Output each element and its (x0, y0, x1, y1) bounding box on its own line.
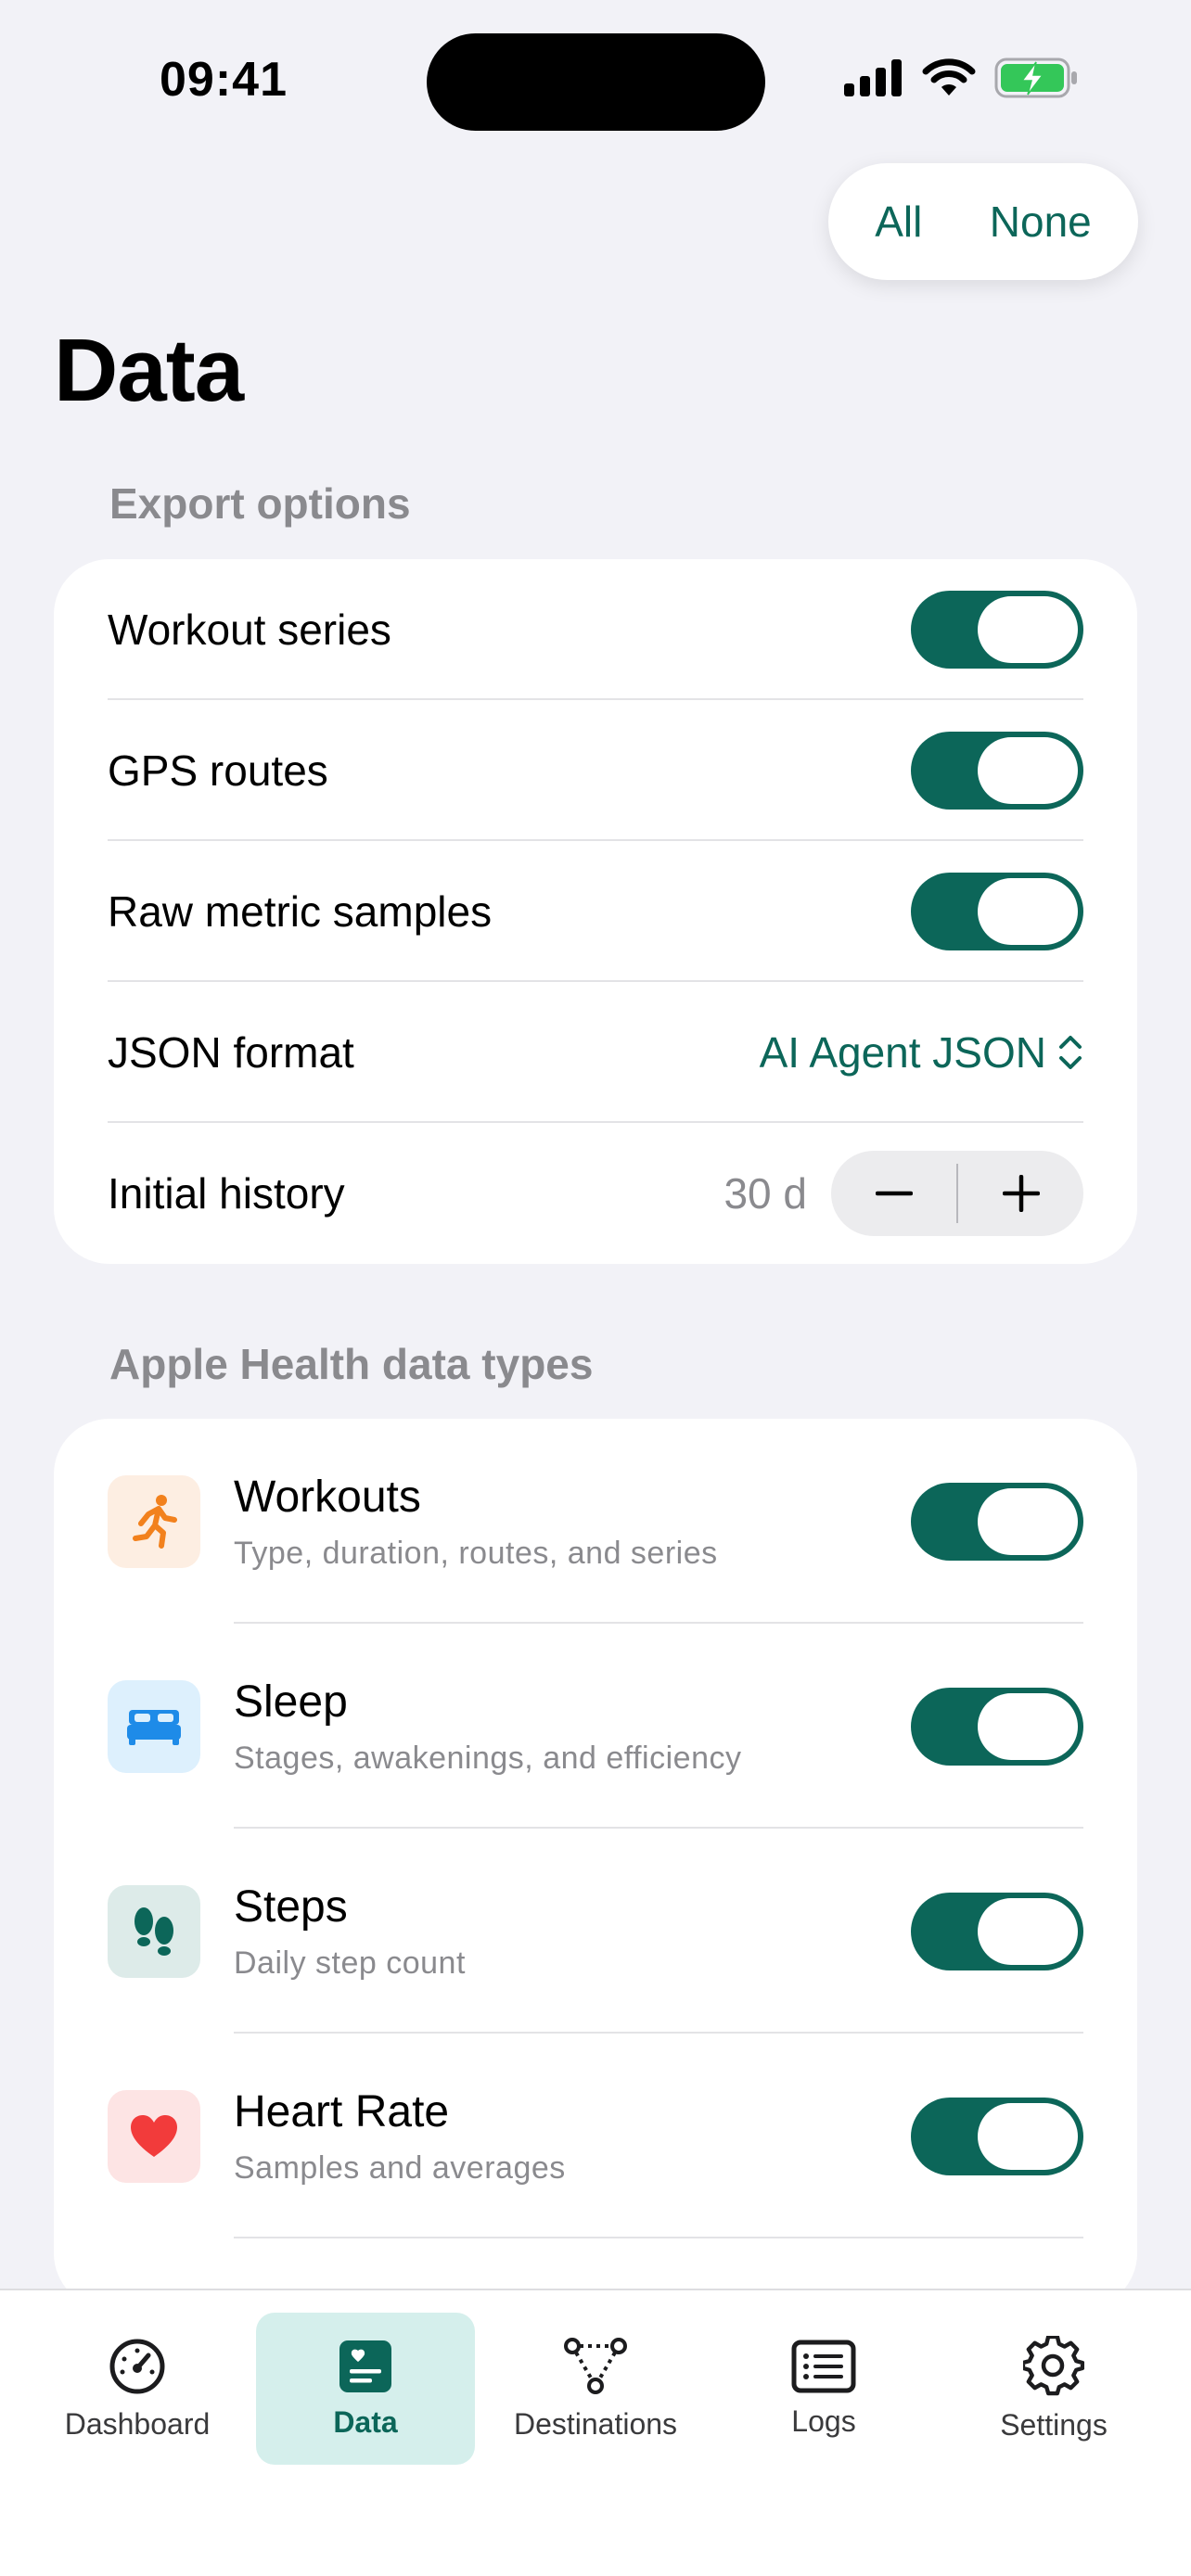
sleep-icon-tile (108, 1679, 200, 1773)
battery-charging-icon (994, 57, 1077, 98)
list-icon (791, 2340, 856, 2392)
wifi-icon (922, 58, 976, 96)
json-format-select[interactable]: AI Agent JSON (760, 1027, 1083, 1078)
gps-routes-label: GPS routes (108, 746, 328, 795)
workout-series-label: Workout series (108, 606, 391, 654)
steps-row: Steps Daily step count (54, 1829, 1137, 2034)
tab-data[interactable]: Data (256, 2313, 475, 2465)
health-types-card: Workouts Type, duration, routes, and ser… (54, 1419, 1137, 2309)
json-format-value: AI Agent JSON (759, 1028, 1046, 1077)
export-options-header: Export options (109, 479, 411, 528)
tab-label: Destinations (513, 2406, 678, 2441)
network-icon (564, 2337, 627, 2394)
data-card-icon (339, 2340, 391, 2392)
raw-metric-samples-label: Raw metric samples (108, 887, 493, 936)
initial-history-label: Initial history (108, 1169, 345, 1218)
sleep-text: Sleep Stages, awakenings, and efficiency (234, 1677, 911, 1777)
workouts-toggle[interactable] (911, 1482, 1083, 1561)
steps-text: Steps Daily step count (234, 1881, 911, 1982)
selection-pill: All None (828, 163, 1138, 280)
workout-series-toggle[interactable] (911, 591, 1083, 669)
tab-destinations[interactable]: Destinations (486, 2313, 705, 2465)
history-stepper (831, 1151, 1083, 1236)
heart-rate-description: Samples and averages (234, 2149, 566, 2186)
cellular-signal-icon (844, 59, 902, 96)
running-figure-icon (133, 1494, 177, 1549)
gear-icon (1023, 2335, 1084, 2395)
heart-rate-title: Heart Rate (234, 2086, 450, 2136)
steps-icon-tile (108, 1884, 200, 1978)
initial-history-value: 30 d (724, 1169, 807, 1218)
tab-label: Data (333, 2404, 398, 2439)
workouts-description: Type, duration, routes, and series (234, 1535, 718, 1571)
heart-rate-icon-tile (108, 2089, 200, 2183)
tab-settings[interactable]: Settings (944, 2313, 1163, 2465)
gps-routes-row: GPS routes (54, 700, 1137, 841)
screen: 09:41 All None Data Export options Worko… (0, 0, 1191, 2576)
chevron-up-down-icon (1059, 1036, 1082, 1069)
sleep-description: Stages, awakenings, and efficiency (234, 1740, 742, 1776)
sleep-toggle[interactable] (911, 1687, 1083, 1766)
tab-label: Dashboard (64, 2406, 211, 2441)
workouts-text: Workouts Type, duration, routes, and ser… (234, 1472, 911, 1572)
initial-history-row: Initial history 30 d (54, 1123, 1137, 1264)
json-format-label: JSON format (108, 1028, 354, 1077)
decrement-button[interactable] (831, 1151, 956, 1236)
heart-rate-row: Heart Rate Samples and averages (54, 2034, 1137, 2238)
health-types-header: Apple Health data types (109, 1340, 594, 1388)
heart-rate-text: Heart Rate Samples and averages (234, 2086, 911, 2187)
steps-toggle[interactable] (911, 1892, 1083, 1970)
increment-button[interactable] (958, 1151, 1083, 1236)
workouts-row: Workouts Type, duration, routes, and ser… (54, 1419, 1137, 1624)
sleep-row: Sleep Stages, awakenings, and efficiency (54, 1624, 1137, 1829)
workouts-icon-tile (108, 1474, 200, 1568)
heart-icon (131, 2114, 177, 2157)
gps-routes-toggle[interactable] (911, 732, 1083, 810)
raw-metric-samples-toggle[interactable] (911, 873, 1083, 950)
page-title: Data (54, 321, 244, 420)
tab-label: Settings (1000, 2407, 1108, 2442)
steps-title: Steps (234, 1881, 348, 1932)
tab-label: Logs (791, 2404, 856, 2438)
initial-history-control: 30 d (724, 1151, 1083, 1236)
workout-series-row: Workout series (54, 559, 1137, 700)
tab-dashboard[interactable]: Dashboard (28, 2313, 247, 2465)
tab-logs[interactable]: Logs (714, 2313, 933, 2465)
raw-metric-samples-row: Raw metric samples (54, 841, 1137, 982)
status-time: 09:41 (160, 53, 288, 107)
bed-icon (127, 1709, 181, 1745)
divider (234, 2237, 1083, 2238)
dynamic-island (427, 33, 765, 131)
json-format-row: JSON format AI Agent JSON (54, 982, 1137, 1123)
minus-icon (875, 1191, 913, 1196)
steps-description: Daily step count (234, 1945, 466, 1981)
select-none-button[interactable]: None (990, 197, 1092, 247)
footprints-icon (134, 1906, 173, 1956)
status-icons (844, 57, 1080, 98)
tab-bar: Dashboard Data Destinations Logs Setting… (0, 2289, 1191, 2576)
gauge-icon (109, 2339, 165, 2393)
sleep-title: Sleep (234, 1677, 348, 1727)
heart-rate-toggle[interactable] (911, 2097, 1083, 2175)
export-options-card: Workout series GPS routes Raw metric sam… (54, 559, 1137, 1264)
workouts-title: Workouts (234, 1472, 421, 1522)
plus-icon (1002, 1175, 1040, 1212)
select-all-button[interactable]: All (875, 197, 922, 247)
